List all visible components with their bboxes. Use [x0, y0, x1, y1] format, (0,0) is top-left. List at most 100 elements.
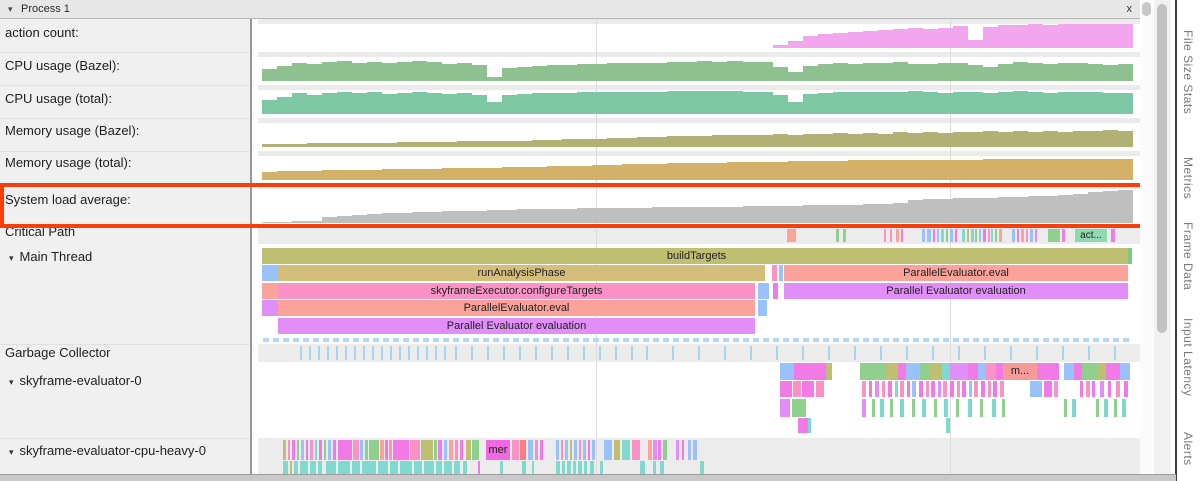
critical-event-slice	[901, 229, 903, 242]
cpu-heavy-event-slice[interactable]	[378, 461, 388, 475]
evaluator0-event-slice[interactable]	[930, 363, 942, 380]
horizontal-scrollbar[interactable]	[0, 474, 1176, 481]
evaluator0-event-slice[interactable]	[1082, 363, 1098, 380]
track-label-cpu_bazel[interactable]: CPU usage (Bazel):	[5, 58, 120, 73]
track-label-text: action count:	[5, 25, 79, 40]
counter-step	[292, 221, 307, 223]
evaluator0-event-slice[interactable]	[780, 399, 790, 417]
evaluator0-event-slice[interactable]	[802, 381, 814, 397]
main-thread-event-ParallelEvaluatorevaluation[interactable]: Parallel Evaluator evaluation	[784, 283, 1128, 299]
cpu-heavy-event-slice	[573, 461, 576, 475]
counter-step	[863, 204, 878, 223]
tab-metrics[interactable]: Metrics	[1181, 157, 1195, 199]
gc-event-tick	[1010, 346, 1012, 360]
counter-step	[878, 92, 893, 114]
panel-vertical-scrollbar[interactable]	[1140, 0, 1153, 474]
cpu-heavy-event-slice	[434, 440, 437, 460]
evaluator0-event-slice[interactable]	[1120, 363, 1130, 380]
main-thread-event-slice[interactable]	[758, 300, 767, 316]
tab-input-latency[interactable]: Input Latency	[1181, 318, 1195, 397]
main-thread-event-ParallelEvaluatoreval[interactable]: ParallelEvaluator.eval	[784, 265, 1128, 281]
cpu-heavy-event-slice[interactable]	[410, 440, 420, 460]
evaluator0-event-slice[interactable]	[968, 363, 978, 380]
cpu-heavy-event-slice[interactable]	[369, 440, 379, 460]
page-vertical-scrollbar[interactable]	[1154, 0, 1171, 481]
collapse-arrow-icon[interactable]: ▾	[8, 0, 13, 18]
track-label-critical_path[interactable]: Critical Path	[5, 224, 75, 239]
main-thread-event-runAnalysisPhase[interactable]: runAnalysisPhase	[278, 265, 765, 281]
counter-step	[292, 144, 307, 147]
panel-scrollbar-thumb[interactable]	[1142, 2, 1151, 16]
evaluator0-event-m[interactable]: m...	[1003, 363, 1037, 380]
counter-chart-cpu_bazel[interactable]	[262, 57, 1133, 81]
cpu-heavy-event-slice[interactable]	[424, 461, 434, 475]
evaluator0-event-slice[interactable]	[1064, 363, 1074, 380]
evaluator0-event-slice[interactable]	[1037, 363, 1059, 380]
cpu-heavy-event-slice[interactable]	[393, 440, 409, 460]
main-thread-event-slice[interactable]	[262, 265, 278, 281]
counter-chart-action[interactable]	[262, 24, 1133, 48]
main-thread-event-slice[interactable]	[262, 300, 278, 316]
cpu-heavy-event-slice[interactable]	[421, 440, 433, 460]
main-thread-event-buildTargets[interactable]: buildTargets	[262, 248, 1131, 264]
evaluator0-event-slice[interactable]	[780, 381, 792, 397]
process-header[interactable]: ▾ Process 1 x	[0, 0, 1140, 19]
evaluator0-event-slice[interactable]	[792, 399, 806, 417]
evaluator0-event-slice[interactable]	[950, 363, 968, 380]
timeline-tracks[interactable]: act... buildTargetsrunAnalysisPhase Parall…	[258, 19, 1140, 475]
main-thread-event-skyframeExecutorconfigureTargets[interactable]: skyframeExecutor.configureTargets	[278, 283, 755, 299]
track-label-cpu_total[interactable]: CPU usage (total):	[5, 91, 112, 106]
cpu-heavy-event-slice[interactable]	[362, 461, 376, 475]
evaluator0-event-slice[interactable]	[886, 363, 898, 380]
counter-step	[1118, 159, 1133, 180]
cpu-heavy-event-slice[interactable]	[338, 440, 352, 460]
cpu-heavy-event-mer[interactable]: mer	[486, 440, 510, 460]
evaluator0-event-slice[interactable]	[920, 363, 930, 380]
micro-event-tick	[293, 338, 299, 342]
evaluator0-event-slice[interactable]	[1106, 363, 1120, 380]
track-label-mem_bazel[interactable]: Memory usage (Bazel):	[5, 123, 139, 138]
critical-event-act[interactable]: act...	[1075, 229, 1107, 242]
evaluator0-event-slice[interactable]	[794, 363, 826, 380]
tab-alerts[interactable]: Alerts	[1181, 432, 1195, 466]
evaluator0-event-slice[interactable]	[986, 363, 996, 380]
evaluator0-event-slice[interactable]	[906, 363, 920, 380]
track-label-mem_total[interactable]: Memory usage (total):	[5, 155, 131, 170]
track-label-cpu_heavy[interactable]: ▾ skyframe-evaluator-cpu-heavy-0	[9, 443, 206, 458]
critical-event-slice[interactable]	[787, 229, 796, 242]
evaluator0-event-slice[interactable]	[1030, 381, 1042, 397]
tab-file-size-stats[interactable]: File Size Stats	[1181, 30, 1195, 114]
collapse-arrow-icon[interactable]: ▾	[9, 253, 14, 263]
evaluator0-event-slice[interactable]	[860, 363, 886, 380]
counter-chart-mem_total[interactable]	[262, 156, 1133, 180]
main-thread-event-ParallelEvaluatoreval[interactable]: ParallelEvaluator.eval	[278, 300, 755, 316]
close-icon[interactable]: x	[1127, 0, 1133, 18]
counter-step	[562, 139, 577, 147]
counter-chart-cpu_total[interactable]	[262, 90, 1133, 114]
counter-step	[1118, 131, 1133, 147]
main-thread-event-ParallelEvaluatorevaluation[interactable]: Parallel Evaluator evaluation	[278, 318, 755, 334]
counter-chart-sys_load[interactable]	[262, 189, 1133, 223]
evaluator0-event-slice[interactable]	[780, 363, 794, 380]
cpu-heavy-event-slice[interactable]	[400, 461, 412, 475]
track-label-main_thread[interactable]: ▾Main Thread	[9, 249, 92, 264]
collapse-arrow-icon[interactable]: ▾	[9, 447, 14, 457]
critical-event-slice[interactable]	[1048, 229, 1060, 242]
track-label-eval0[interactable]: ▾skyframe-evaluator-0	[9, 373, 142, 388]
counter-step	[818, 134, 833, 147]
track-label-sys_load[interactable]: System load average:	[5, 192, 131, 207]
page-scrollbar-thumb[interactable]	[1157, 4, 1167, 333]
main-thread-event-slice[interactable]	[758, 283, 769, 299]
counter-step	[968, 198, 983, 223]
counter-chart-mem_bazel[interactable]	[262, 123, 1133, 147]
track-label-action[interactable]: action count:	[5, 25, 79, 40]
collapse-arrow-icon[interactable]: ▾	[9, 377, 14, 387]
track-label-gc[interactable]: Garbage Collector	[5, 345, 111, 360]
tab-frame-data[interactable]: Frame Data	[1181, 222, 1195, 290]
main-thread-event-slice[interactable]	[262, 283, 278, 299]
evaluator0-event-slice[interactable]	[798, 418, 808, 433]
cpu-heavy-event-slice[interactable]	[338, 461, 350, 475]
cpu-heavy-event-slice[interactable]	[326, 461, 336, 475]
counter-step	[412, 142, 427, 147]
track-label-text: skyframe-evaluator-cpu-heavy-0	[20, 443, 206, 458]
